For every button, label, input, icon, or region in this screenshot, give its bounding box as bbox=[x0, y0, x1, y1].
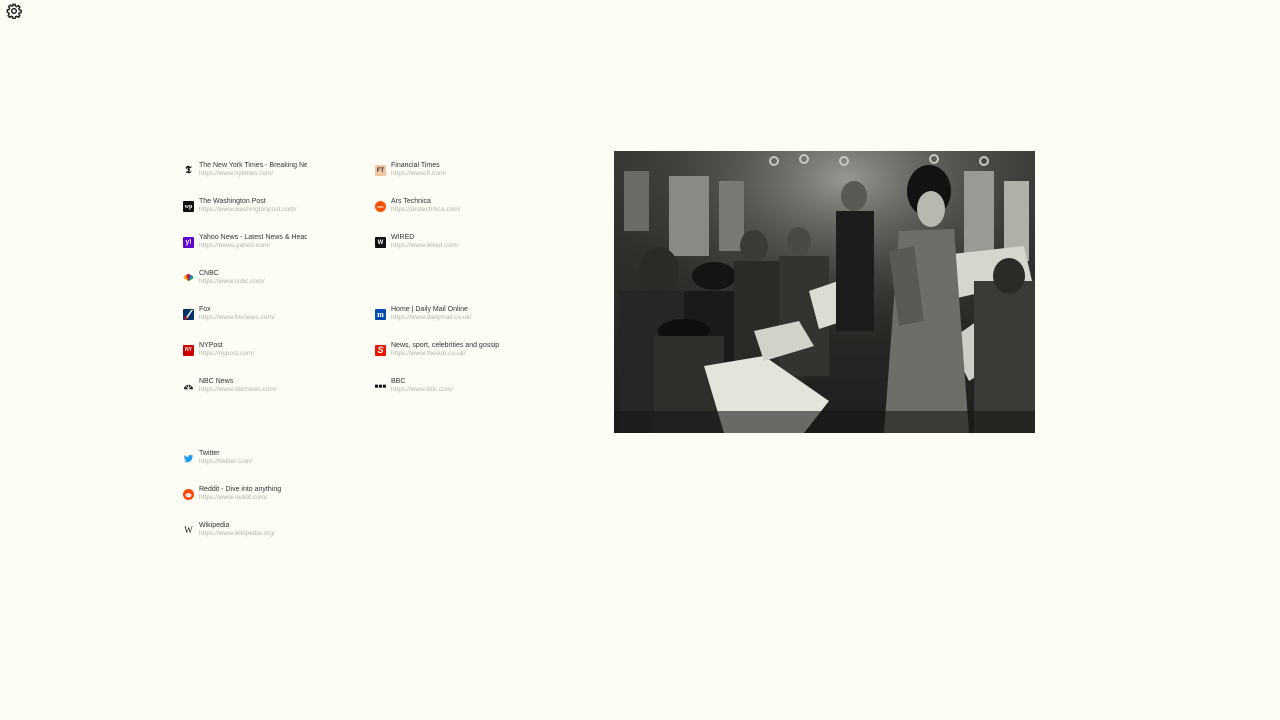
background-photo bbox=[614, 151, 1035, 433]
link-title: Financial Times bbox=[391, 162, 440, 169]
fox-icon bbox=[183, 309, 194, 320]
link-title: News, sport, celebrities and gossip bbox=[391, 342, 500, 349]
link-title: NYPost bbox=[199, 342, 223, 349]
link-url: https://www.wikipedia.org/ bbox=[199, 530, 275, 537]
settings-button[interactable] bbox=[5, 3, 23, 24]
link-title: The Washington Post bbox=[199, 198, 266, 205]
link-url: https://www.cnbc.com/ bbox=[199, 278, 265, 285]
wapo-icon: wp bbox=[183, 201, 194, 212]
link-url: https://www.reddit.com/ bbox=[199, 494, 268, 501]
ars-icon: ars bbox=[375, 201, 386, 212]
link-bbc[interactable]: BBC https://www.bbc.com/ bbox=[375, 373, 565, 409]
cnbc-icon bbox=[183, 273, 194, 284]
link-nytimes[interactable]: 𝕿 The New York Times - Breaking News http… bbox=[183, 157, 373, 193]
link-url: https://www.wired.com/ bbox=[391, 242, 459, 249]
empty-slot bbox=[375, 265, 565, 301]
nyt-icon: 𝕿 bbox=[185, 165, 192, 176]
link-url: https://twitter.com/ bbox=[199, 458, 253, 465]
nbc-icon bbox=[183, 381, 194, 392]
link-ars-technica[interactable]: ars Ars Technica https://arstechnica.com/ bbox=[375, 193, 565, 229]
wikipedia-icon: W bbox=[184, 525, 193, 535]
link-cnbc[interactable]: CNBC https://www.cnbc.com/ bbox=[183, 265, 373, 301]
link-title: Fox bbox=[199, 306, 211, 313]
yahoo-icon: y! bbox=[183, 237, 194, 248]
link-financial-times[interactable]: FT Financial Times https://www.ft.com/ bbox=[375, 157, 565, 193]
link-the-sun[interactable]: S News, sport, celebrities and gossip htt… bbox=[375, 337, 565, 373]
link-title: Yahoo News - Latest News & Headlines bbox=[199, 234, 307, 241]
link-url: https://www.bbc.com/ bbox=[391, 386, 454, 393]
link-title: The New York Times - Breaking News bbox=[199, 162, 307, 169]
link-reddit[interactable]: Reddit - Dive into anything https://www.r… bbox=[183, 481, 373, 517]
link-url: https://www.thesun.co.uk/ bbox=[391, 350, 466, 357]
link-twitter[interactable]: Twitter https://twitter.com/ bbox=[183, 445, 373, 481]
link-url: https://www.foxnews.com/ bbox=[199, 314, 275, 321]
bbc-icon bbox=[375, 381, 386, 392]
link-url: https://nypost.com/ bbox=[199, 350, 255, 357]
link-nypost[interactable]: NY NYPost https://nypost.com/ bbox=[183, 337, 373, 373]
link-url: https://www.ft.com/ bbox=[391, 170, 447, 177]
link-title: Twitter bbox=[199, 450, 220, 457]
sun-icon: S bbox=[375, 345, 386, 356]
link-washingtonpost[interactable]: wp The Washington Post https://www.washin… bbox=[183, 193, 373, 229]
twitter-icon bbox=[183, 453, 194, 464]
link-title: CNBC bbox=[199, 270, 219, 277]
link-title: NBC News bbox=[199, 378, 234, 385]
links-column-3: Twitter https://twitter.com/ Reddit - Div… bbox=[183, 445, 373, 553]
link-title: Wikipedia bbox=[199, 522, 230, 529]
link-title: Reddit - Dive into anything bbox=[199, 486, 282, 493]
nypost-icon: NY bbox=[183, 345, 194, 356]
link-url: https://www.dailymail.co.uk/ bbox=[391, 314, 472, 321]
link-wikipedia[interactable]: W Wikipedia https://www.wikipedia.org/ bbox=[183, 517, 373, 553]
link-nbc-news[interactable]: NBC News https://www.nbcnews.com/ bbox=[183, 373, 373, 409]
link-fox[interactable]: Fox https://www.foxnews.com/ bbox=[183, 301, 373, 337]
reddit-icon bbox=[183, 489, 194, 500]
link-title: Ars Technica bbox=[391, 198, 431, 205]
links-column-2: FT Financial Times https://www.ft.com/ ar… bbox=[375, 157, 565, 409]
link-url: https://www.nbcnews.com/ bbox=[199, 386, 277, 393]
link-wired[interactable]: W WIRED https://www.wired.com/ bbox=[375, 229, 565, 265]
link-daily-mail[interactable]: m Home | Daily Mail Online https://www.da… bbox=[375, 301, 565, 337]
link-yahoo-news[interactable]: y! Yahoo News - Latest News & Headlinesh… bbox=[183, 229, 373, 265]
link-url: https://www.washingtonpost.com/ bbox=[199, 206, 297, 213]
dailymail-icon: m bbox=[375, 309, 386, 320]
link-title: WIRED bbox=[391, 234, 415, 241]
link-url: https://www.nytimes.com/ bbox=[199, 170, 274, 177]
ft-icon: FT bbox=[375, 165, 386, 176]
link-title: Home | Daily Mail Online bbox=[391, 306, 468, 313]
link-url: https://arstechnica.com/ bbox=[391, 206, 461, 213]
link-url: https://news.yahoo.com/ bbox=[199, 242, 271, 249]
links-column-1: 𝕿 The New York Times - Breaking News http… bbox=[183, 157, 373, 409]
wired-icon: W bbox=[375, 237, 386, 248]
link-title: BBC bbox=[391, 378, 406, 385]
gear-icon bbox=[6, 3, 22, 24]
